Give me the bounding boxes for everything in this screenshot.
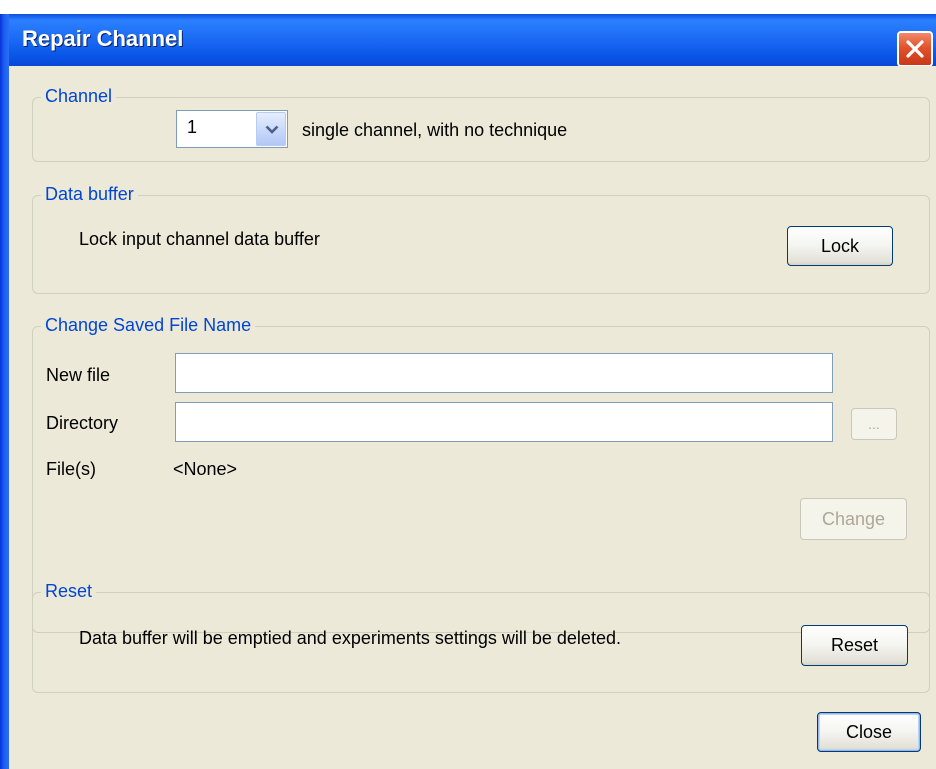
channel-group: Channel 1 single channel, with no techni…: [32, 86, 930, 162]
channel-legend: Channel: [41, 86, 117, 107]
channel-dropdown-button[interactable]: [256, 112, 286, 146]
reset-button[interactable]: Reset: [801, 625, 908, 666]
change-saved-file-name-group: Change Saved File Name New file Director…: [32, 315, 930, 633]
repair-channel-dialog: Repair Channel Channel 1 single channel,…: [0, 0, 936, 769]
directory-label: Directory: [46, 413, 119, 433]
files-label: File(s): [46, 459, 96, 479]
background-strip: [0, 0, 936, 14]
close-button[interactable]: Close: [817, 712, 921, 752]
title-bar[interactable]: Repair Channel: [0, 14, 936, 67]
window-border: [0, 14, 9, 769]
browse-directory-button[interactable]: ...: [851, 408, 897, 440]
change-file-legend: Change Saved File Name: [41, 315, 256, 336]
window-title: Repair Channel: [22, 26, 184, 51]
channel-description: single channel, with no technique: [302, 120, 568, 140]
reset-description: Data buffer will be emptied and experime…: [79, 628, 621, 648]
chevron-down-icon: [265, 125, 279, 134]
close-icon: [906, 40, 924, 58]
directory-input[interactable]: [175, 402, 833, 442]
new-file-input[interactable]: [175, 353, 833, 393]
channel-select[interactable]: 1: [176, 110, 288, 148]
reset-group: Reset Data buffer will be emptied and ex…: [32, 581, 930, 693]
files-value: <None>: [173, 459, 238, 479]
channel-select-value: 1: [187, 117, 198, 137]
close-window-button[interactable]: [897, 31, 933, 67]
dialog-body: Channel 1 single channel, with no techni…: [9, 66, 936, 769]
data-buffer-legend: Data buffer: [41, 184, 138, 205]
reset-legend: Reset: [41, 581, 97, 602]
change-button[interactable]: Change: [800, 498, 907, 540]
new-file-label: New file: [46, 365, 111, 385]
data-buffer-label: Lock input channel data buffer: [79, 229, 320, 249]
data-buffer-group: Data buffer Lock input channel data buff…: [32, 184, 930, 294]
lock-button[interactable]: Lock: [787, 226, 893, 266]
